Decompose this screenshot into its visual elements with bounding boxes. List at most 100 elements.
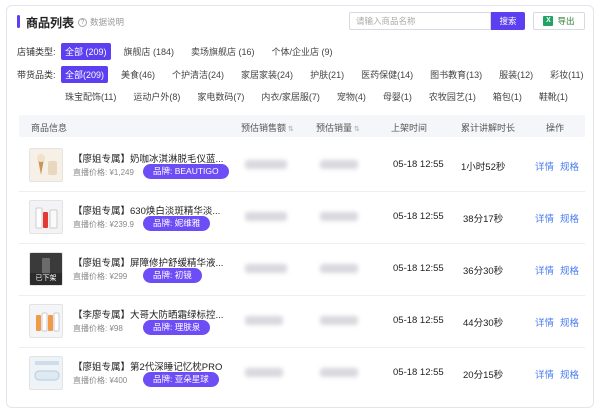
brand-badge: 品牌: 理肤泉: [143, 320, 211, 335]
brand-badge: 品牌: 妮维雅: [143, 216, 211, 231]
sales-volume-blurred: [320, 212, 358, 221]
spec-link[interactable]: 规格: [560, 315, 579, 329]
column-header-duration: 累计讲解时长: [461, 123, 516, 133]
listed-time: 05-18 12:55: [393, 159, 444, 170]
category-chip[interactable]: 美食(46): [117, 66, 159, 83]
table-row: 【廖姐专属】奶咖冰淇淋脱毛仪蓝... 直播价格: ¥1,249 品牌: BEAU…: [19, 140, 585, 192]
table-header: 商品信息 预估销售额 ⇅ 预估销量 ⇅ 上架时间 累计讲解时长 操作: [19, 115, 585, 137]
category-chip[interactable]: 图书教育(13): [426, 66, 486, 83]
column-header-sales-amount[interactable]: 预估销售额 ⇅: [241, 121, 294, 134]
listed-time: 05-18 12:55: [393, 315, 444, 326]
sales-volume-blurred: [320, 264, 358, 273]
sales-volume-blurred: [320, 160, 358, 169]
shop-type-chip[interactable]: 全部 (209): [61, 43, 111, 60]
explain-duration: 20分15秒: [463, 370, 504, 381]
product-name[interactable]: 【廖姐专属】630焕白淡斑精华淡...: [73, 203, 223, 217]
column-header-listed-time: 上架时间: [391, 123, 428, 133]
column-label: 预估销量: [316, 123, 353, 133]
detail-link[interactable]: 详情: [535, 159, 554, 173]
category-chip[interactable]: 服装(12): [495, 66, 537, 83]
spec-link[interactable]: 规格: [560, 367, 579, 381]
sales-volume-blurred: [320, 316, 358, 325]
category-chip[interactable]: 宠物(4): [333, 88, 370, 105]
brand-badge: 品牌: 亚朵星球: [143, 372, 219, 387]
category-chip[interactable]: 母婴(1): [379, 88, 416, 105]
sort-icon: ⇅: [354, 126, 360, 133]
product-thumbnail[interactable]: [29, 304, 63, 338]
spec-link[interactable]: 规格: [560, 211, 579, 225]
explain-duration: 36分30秒: [463, 266, 504, 277]
explain-duration: 1小时52秒: [461, 162, 506, 173]
product-name[interactable]: 【廖姐专属】奶咖冰淇淋脱毛仪蓝...: [73, 151, 223, 165]
product-list-card: 商品列表 ? 数据说明 搜索 X 导出 店铺类型: 全部 (209) 旗舰店 (…: [6, 5, 594, 408]
category-filter: 带货品类: 全部(209) 美食(46) 个护清洁(24) 家居家装(24) 护…: [17, 66, 593, 83]
product-thumbnail[interactable]: [29, 148, 63, 182]
category-filter-row2: 珠宝配饰(11) 运动户外(8) 家电数码(7) 内衣/家居服(7) 宠物(4)…: [61, 88, 581, 105]
category-chip[interactable]: 家电数码(7): [193, 88, 248, 105]
detail-link[interactable]: 详情: [535, 263, 554, 277]
explain-duration: 38分17秒: [463, 214, 504, 225]
help-text: 数据说明: [90, 17, 125, 27]
category-chip[interactable]: 个护清洁(24): [168, 66, 228, 83]
excel-icon: X: [543, 16, 554, 26]
spec-link[interactable]: 规格: [560, 263, 579, 277]
category-chip[interactable]: 医药保健(14): [357, 66, 417, 83]
column-header-sales-volume[interactable]: 预估销量 ⇅: [316, 121, 360, 134]
table-row: 【廖姐专属】第2代深睡记忆枕PRO 直播价格: ¥400 品牌: 亚朵星球 05…: [19, 348, 585, 400]
listed-time: 05-18 12:55: [393, 367, 444, 378]
detail-link[interactable]: 详情: [535, 315, 554, 329]
sales-amount-blurred: [245, 212, 287, 221]
listed-time: 05-18 12:55: [393, 211, 444, 222]
category-chip[interactable]: 珠宝配饰(11): [61, 88, 120, 105]
category-chip[interactable]: 箱包(1): [489, 88, 526, 105]
shop-type-chip[interactable]: 旗舰店 (184): [120, 43, 179, 60]
product-thumbnail[interactable]: [29, 356, 63, 390]
product-thumbnail[interactable]: [29, 200, 63, 234]
sales-amount-blurred: [245, 316, 283, 325]
category-chip[interactable]: 运动户外(8): [129, 88, 184, 105]
detail-link[interactable]: 详情: [535, 211, 554, 225]
category-chip[interactable]: 鞋靴(1): [535, 88, 572, 105]
sales-amount-blurred: [245, 160, 287, 169]
data-help-link[interactable]: ? 数据说明: [78, 16, 124, 28]
product-name[interactable]: 【李廖专属】大哥大防晒霜绿标控...: [73, 307, 223, 321]
shop-type-chip[interactable]: 卖场旗舰店 (16): [187, 43, 259, 60]
brand-badge: 品牌: BEAUTIGO: [143, 164, 229, 179]
product-price: 直播价格: ¥299: [73, 272, 128, 281]
search-input[interactable]: [349, 12, 491, 30]
sales-amount-blurred: [245, 264, 287, 273]
category-chip[interactable]: 护肤(21): [306, 66, 348, 83]
export-button[interactable]: X 导出: [533, 12, 585, 30]
table-row: 【李廖专属】大哥大防晒霜绿标控... 直播价格: ¥98 品牌: 理肤泉 05-…: [19, 296, 585, 348]
product-thumbnail[interactable]: 已下架: [29, 252, 63, 286]
product-name[interactable]: 【廖姐专属】第2代深睡记忆枕PRO: [73, 359, 223, 373]
detail-link[interactable]: 详情: [535, 367, 554, 381]
column-header-product: 商品信息: [31, 123, 68, 133]
table-row: 【廖姐专属】630焕白淡斑精华淡... 直播价格: ¥239.9 品牌: 妮维雅…: [19, 192, 585, 244]
category-chip[interactable]: 全部(209): [61, 66, 109, 83]
sales-amount-blurred: [245, 368, 283, 377]
shop-type-chip[interactable]: 个体/企业店 (9): [268, 43, 337, 60]
sales-volume-blurred: [320, 368, 358, 377]
category-chip[interactable]: 彩妆(11): [546, 66, 587, 83]
column-label: 预估销售额: [241, 123, 287, 133]
listed-time: 05-18 12:55: [393, 263, 444, 274]
spec-link[interactable]: 规格: [560, 159, 579, 173]
question-icon: ?: [78, 17, 87, 27]
brand-badge: 品牌: 初镜: [143, 268, 202, 283]
category-chip[interactable]: 家居家装(24): [237, 66, 297, 83]
shop-type-filter: 店铺类型: 全部 (209) 旗舰店 (184) 卖场旗舰店 (16) 个体/企…: [17, 43, 346, 60]
search-button[interactable]: 搜索: [491, 12, 525, 30]
product-price: 直播价格: ¥1,249: [73, 168, 134, 177]
column-header-actions: 操作: [546, 123, 565, 133]
card-header: 商品列表 ? 数据说明 搜索 X 导出: [7, 6, 593, 36]
export-label: 导出: [557, 16, 575, 26]
page-title: 商品列表: [26, 16, 75, 30]
category-chip[interactable]: 内衣/家居服(7): [257, 88, 324, 105]
product-price: 直播价格: ¥98: [73, 324, 123, 333]
product-name[interactable]: 【廖姐专属】屏障修护舒缓精华液...: [73, 255, 223, 269]
title-accent-bar: [17, 15, 20, 28]
table-row: 已下架 【廖姐专属】屏障修护舒缓精华液... 直播价格: ¥299 品牌: 初镜…: [19, 244, 585, 296]
category-chip[interactable]: 农牧园艺(1): [425, 88, 480, 105]
off-shelf-badge: 已下架: [30, 273, 62, 285]
